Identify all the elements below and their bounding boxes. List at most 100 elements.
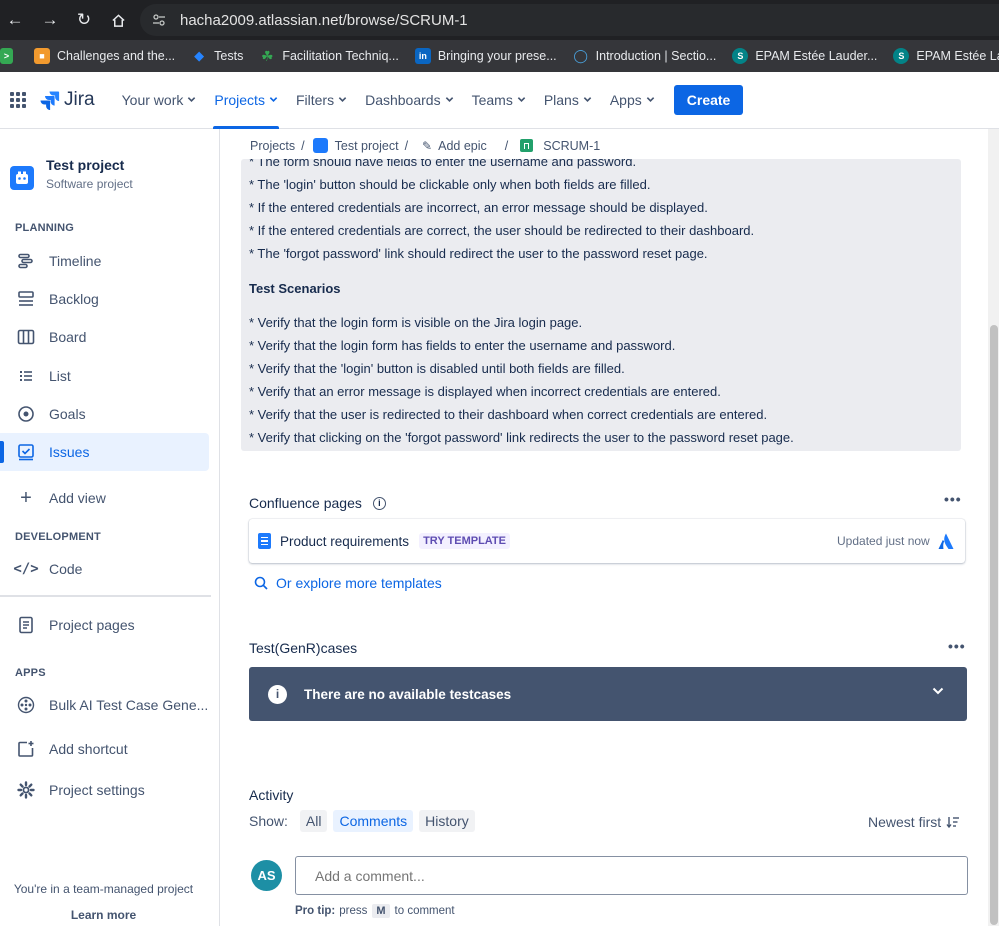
site-settings-icon[interactable] [150,11,168,29]
breadcrumb-projects[interactable]: Projects [250,139,295,153]
code-icon: </> [13,561,39,577]
jira-logo[interactable]: Jira [40,89,95,111]
development-section-title: DEVELOPMENT [15,531,101,543]
info-icon[interactable]: i [372,496,386,510]
apps-section-title: APPS [15,667,46,679]
sidebar-item-backlog[interactable]: Backlog [0,280,209,318]
nav-projects[interactable]: Projects [205,72,287,129]
explore-templates-link[interactable]: Or explore more templates [254,575,442,591]
project-sidebar: Test project Software project PLANNING T… [0,129,220,926]
bookmark-label: Tests [214,49,244,63]
testcases-panel[interactable]: i There are no available testcases [249,667,967,721]
sidebar-item-board[interactable]: Board [0,318,209,356]
nav-item-label: Projects [214,92,265,108]
filter-history-button[interactable]: History [419,810,475,832]
sidebar-item-bulk-ai[interactable]: Bulk AI Test Case Gene... [0,686,209,724]
sidebar-item-label: Board [49,329,87,345]
board-icon [16,327,36,347]
chevron-down-icon [517,95,526,106]
project-header[interactable]: Test project Software project [10,157,133,191]
home-icon[interactable] [103,5,133,35]
bookmark-item[interactable]: ◯ Introduction | Sectio... [567,48,723,64]
nav-item-label: Teams [471,92,513,108]
nav-plans[interactable]: Plans [535,72,601,129]
pro-tip-label: Pro tip: [295,905,336,917]
confluence-page-card[interactable]: Product requirements TRY TEMPLATE Update… [249,519,965,563]
sort-icon [946,817,960,828]
bookmark-item[interactable]: ◆ Tests [185,48,249,64]
sidebar-item-label: Issues [49,444,90,460]
bookmark-label: Introduction | Sectio... [595,49,717,63]
sidebar-item-project-pages[interactable]: Project pages [0,606,209,644]
testcases-more-icon[interactable]: ••• [948,638,966,654]
chevron-down-icon[interactable] [932,685,944,700]
sort-order-label: Newest first [868,814,942,830]
nav-apps[interactable]: Apps [601,72,664,129]
sidebar-item-code[interactable]: </> Code [0,550,209,588]
sidebar-item-label: Add shortcut [49,741,128,757]
confluence-more-icon[interactable]: ••• [944,491,962,507]
bookmark-item[interactable]: ☘ Facilitation Techniq... [253,48,405,64]
story-icon [520,139,534,152]
reload-icon[interactable]: ↻ [69,5,99,35]
sidebar-item-project-settings[interactable]: Project settings [0,771,209,809]
sidebar-item-goals[interactable]: Goals [0,395,209,433]
bookmark-app-icon: > [0,48,13,64]
sidebar-item-label: Project settings [49,782,145,798]
create-button[interactable]: Create [673,85,744,115]
bookmark-item[interactable]: in Bringing your prese... [409,48,563,64]
address-bar[interactable]: hacha2009.atlassian.net/browse/SCRUM-1 [140,4,999,36]
bookmark-item[interactable]: ■ Challenges and the... [28,48,181,64]
filter-all-button[interactable]: All [299,810,328,832]
add-view-button[interactable]: + Add view [0,479,209,517]
learn-more-link[interactable]: Learn more [0,908,207,922]
nav-filters[interactable]: Filters [287,72,356,129]
bookmark-overflow[interactable]: > [0,48,24,64]
chevron-down-icon [646,95,655,106]
backlog-icon [16,289,36,309]
breadcrumb-issue-label: SCRUM-1 [543,138,601,153]
filter-comments-button[interactable]: Comments [333,810,414,832]
url-text: hacha2009.atlassian.net/browse/SCRUM-1 [180,11,468,29]
gear-icon [16,780,36,800]
no-testcases-message: There are no available testcases [304,686,512,702]
breadcrumb-add-epic[interactable]: ✎ Add epic [422,139,487,153]
nav-dashboards[interactable]: Dashboards [356,72,463,129]
back-arrow-icon[interactable]: ← [0,5,30,35]
timeline-icon [16,251,36,271]
goals-icon [16,404,36,424]
chevron-down-icon [445,95,454,106]
sidebar-item-list[interactable]: List [0,357,209,395]
bookmark-item[interactable]: S EPAM Estée Lauder... [887,48,999,64]
confluence-title-text: Confluence pages [249,495,362,511]
try-template-badge[interactable]: TRY TEMPLATE [419,533,510,549]
sidebar-item-label: List [49,368,71,384]
breadcrumb-separator: / [404,138,409,153]
bookmark-item[interactable]: S EPAM Estée Lauder... [726,48,883,64]
description-panel[interactable]: * The form should have fields to enter t… [241,154,961,451]
document-icon [258,533,271,549]
add-shortcut-button[interactable]: Add shortcut [0,730,209,768]
breadcrumb-project-label: Test project [334,138,399,153]
activity-title: Activity [249,787,294,803]
comment-input[interactable] [295,856,968,895]
app-switcher-icon[interactable] [10,92,26,108]
nav-your-work[interactable]: Your work [113,72,206,129]
confluence-page-name: Product requirements [280,533,410,549]
issues-icon [16,442,36,462]
forward-arrow-icon[interactable]: → [35,5,65,35]
nav-teams[interactable]: Teams [463,72,535,129]
sidebar-item-timeline[interactable]: Timeline [0,242,209,280]
main-scrollbar[interactable] [988,129,999,926]
chevron-down-icon [269,95,278,106]
breadcrumb-issue[interactable]: SCRUM-1 [520,139,600,153]
browser-toolbar: ← → ↻ hacha2009.atlassian.net/browse/SCR… [0,0,999,40]
sidebar-item-label: Timeline [49,253,102,269]
list-icon [16,366,36,386]
sort-order-button[interactable]: Newest first [868,814,960,830]
scrollbar-thumb[interactable] [990,325,998,925]
sidebar-item-issues[interactable]: Issues [0,433,209,471]
sidebar-item-label: Backlog [49,291,99,307]
breadcrumb-project[interactable]: Test project [312,138,399,153]
avatar[interactable]: AS [251,860,282,891]
